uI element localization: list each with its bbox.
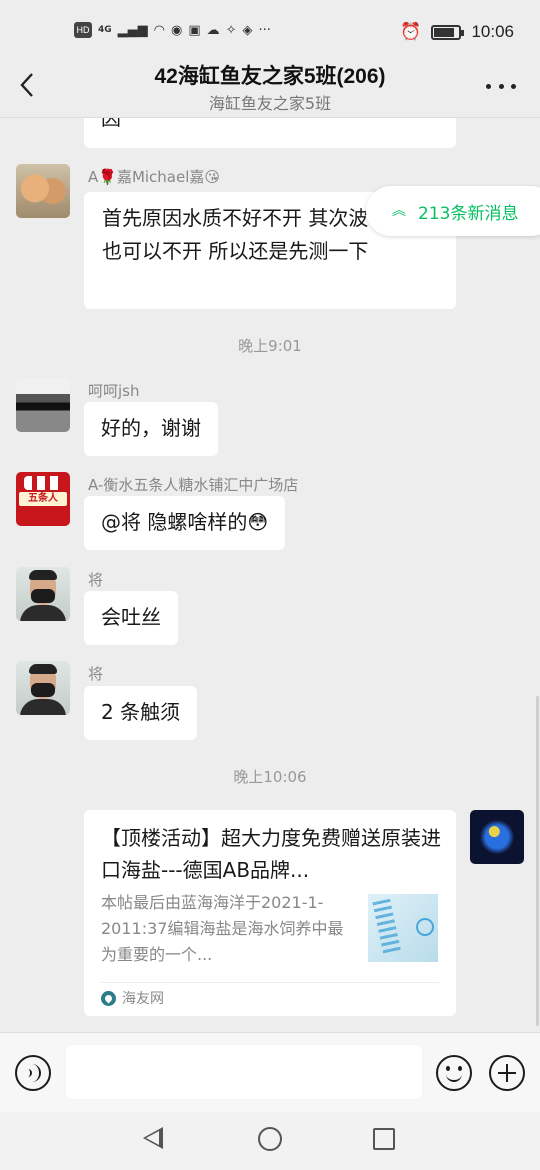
scrollbar[interactable] [536,696,539,1026]
new-messages-button[interactable]: ︽ 213条新消息 [366,186,540,236]
avatar-mask [31,683,55,697]
system-nav-bar [0,1112,540,1170]
double-chevron-up-icon: ︽ [392,203,406,219]
avatar-hair [29,570,57,580]
sender-name: A🌹嘉Michael嘉😘 [88,168,221,186]
avatar-body [20,699,66,715]
dot-icon [486,83,491,89]
nav-back-icon[interactable] [143,1127,163,1149]
message-text: 会吐丝 [101,605,161,629]
sender-name: A-衡水五条人糖水铺汇中广场店 [88,476,299,494]
message-bubble[interactable]: 会吐丝 [84,591,178,645]
avatar[interactable] [470,810,524,864]
sender-name: 呵呵jsh [88,382,140,400]
message-text: 好的，谢谢 [101,416,201,440]
network-type: 4G [98,25,112,35]
emoji-button[interactable] [436,1055,472,1091]
chat-subtitle: 海缸鱼友之家5班 [208,94,332,113]
avatar[interactable] [16,661,70,715]
signal-icon: ▂▄▆ [117,22,148,38]
link-card-description: 本帖最后由蓝海海洋于2021-1-2011:37编辑海盐是海水饲养中最为重要的一… [101,893,344,964]
nav-home-icon[interactable] [258,1127,282,1151]
status-icons-left: HD 4G ▂▄▆ ◠ ◉ ▣ ☁ ✧ ◈ ··· [74,22,271,38]
timestamp: 晚上10:06 [233,768,307,786]
message-input[interactable] [66,1045,422,1099]
clock: 10:06 [471,22,514,41]
dot-icon [498,83,504,89]
avatar[interactable] [16,567,70,621]
avatar-body [20,605,66,621]
source-logo-icon [101,990,116,1006]
sender-name: 将 [88,665,104,683]
message-bubble[interactable]: 因 [84,118,456,148]
more-options-button[interactable] [486,76,516,96]
link-card-title: 【顶楼活动】超大力度免费赠送原装进口海盐---德国AB品牌... [101,826,441,882]
input-bar [0,1032,540,1112]
avatar-hair [29,664,57,674]
link-card[interactable]: 【顶楼活动】超大力度免费赠送原装进口海盐---德国AB品牌... 本帖最后由蓝海… [84,810,456,1016]
wifi-icon: ◠ [153,22,165,38]
hd-icon: HD [74,22,92,38]
link-card-source: 海友网 [101,988,164,1008]
qq-icon: ◉ [171,22,183,38]
cloud-icon: ☁ [206,22,220,38]
status-icons-right: ⏰ 10:06 [400,22,514,42]
timestamp: 晚上9:01 [238,337,302,355]
sender-name: 将 [88,571,104,589]
dot-icon [511,83,516,89]
link-card-thumbnail [368,894,438,962]
avatar-figures [24,476,62,490]
alarm-icon: ⏰ [400,22,422,41]
avatar[interactable] [16,164,70,218]
app2-icon: ✧ [225,22,237,38]
avatar-text: 五条人 [19,492,67,506]
battery-icon [431,24,465,40]
source-name: 海友网 [122,991,164,1007]
avatar[interactable] [16,378,70,432]
app-icon: ▣ [188,22,201,38]
new-messages-label: 213条新消息 [418,203,519,224]
message-text: @将 隐螺啥样的😳 [101,510,269,534]
message-bubble[interactable]: 2 条触须 [84,686,198,740]
message-text: 因 [101,118,121,130]
message-bubble[interactable]: @将 隐螺啥样的😳 [84,496,286,550]
chat-title: 42海缸鱼友之家5班(206) [154,65,386,88]
location-icon: ◈ [242,22,253,38]
message-bubble[interactable]: 好的，谢谢 [84,402,218,456]
more-dots-icon: ··· [258,22,271,38]
message-text: 2 条触须 [101,700,181,724]
nav-recents-icon[interactable] [373,1128,395,1150]
voice-input-button[interactable] [15,1055,51,1091]
avatar-mask [31,589,55,603]
divider [101,982,439,983]
more-actions-button[interactable] [489,1055,525,1091]
avatar[interactable]: 五条人 [16,472,70,526]
chat-header: 42海缸鱼友之家5班(206) 海缸鱼友之家5班 [0,52,540,118]
